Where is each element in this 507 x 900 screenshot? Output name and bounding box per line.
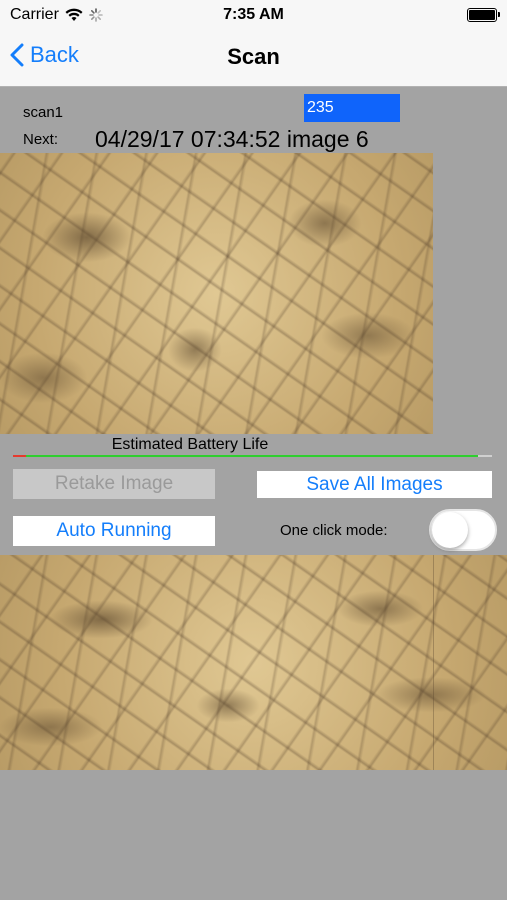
battery-life-level: [13, 455, 478, 457]
retake-image-button[interactable]: Retake Image: [13, 469, 215, 499]
battery-icon: [467, 8, 500, 22]
toggle-knob: [432, 512, 468, 548]
scan-name: scan1: [23, 104, 64, 121]
image-count-field[interactable]: 235: [304, 94, 400, 122]
status-time: 7:35 AM: [223, 6, 284, 23]
auto-running-button[interactable]: Auto Running: [13, 516, 215, 546]
one-click-mode-label: One click mode:: [280, 522, 388, 539]
navigation-bar: Back Scan: [0, 30, 507, 87]
next-label: Next:: [23, 131, 59, 148]
next-capture-value: 04/29/17 07:34:52 image 6: [95, 126, 369, 152]
battery-life-label: Estimated Battery Life: [111, 436, 269, 453]
battery-low-marker: [13, 455, 26, 457]
one-click-mode-toggle[interactable]: [429, 509, 497, 551]
status-bar: Carrier 7:35 AM: [0, 0, 507, 30]
current-scan-image: [0, 153, 433, 434]
page-title: Scan: [227, 44, 280, 69]
save-all-images-button[interactable]: Save All Images: [257, 471, 492, 498]
scan-mosaic-image: [0, 555, 507, 770]
battery-life-bar: [13, 455, 492, 457]
